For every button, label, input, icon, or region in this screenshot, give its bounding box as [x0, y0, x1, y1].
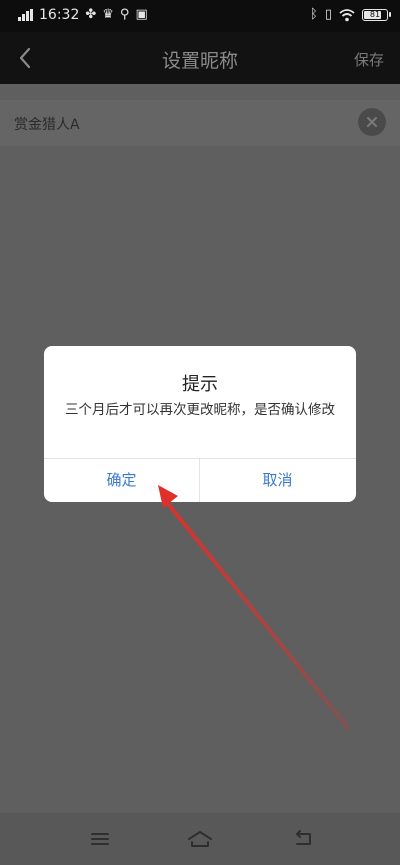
screen: 16:32 ✤ ♛ ⚲ ▣ ᛒ ▯ 81 设置昵称 保存 赏金猎人A 提示 三个…	[0, 0, 400, 865]
home-button[interactable]	[185, 825, 215, 853]
menu-icon	[91, 833, 109, 845]
back-nav-button[interactable]	[288, 825, 318, 853]
navigation-bar	[0, 813, 400, 865]
arrow-shaft	[163, 498, 350, 730]
menu-button[interactable]	[85, 825, 115, 853]
back-icon	[296, 830, 311, 845]
battery-text: 81	[369, 10, 381, 19]
home-icon	[188, 831, 212, 847]
annotation-arrow	[158, 485, 350, 730]
